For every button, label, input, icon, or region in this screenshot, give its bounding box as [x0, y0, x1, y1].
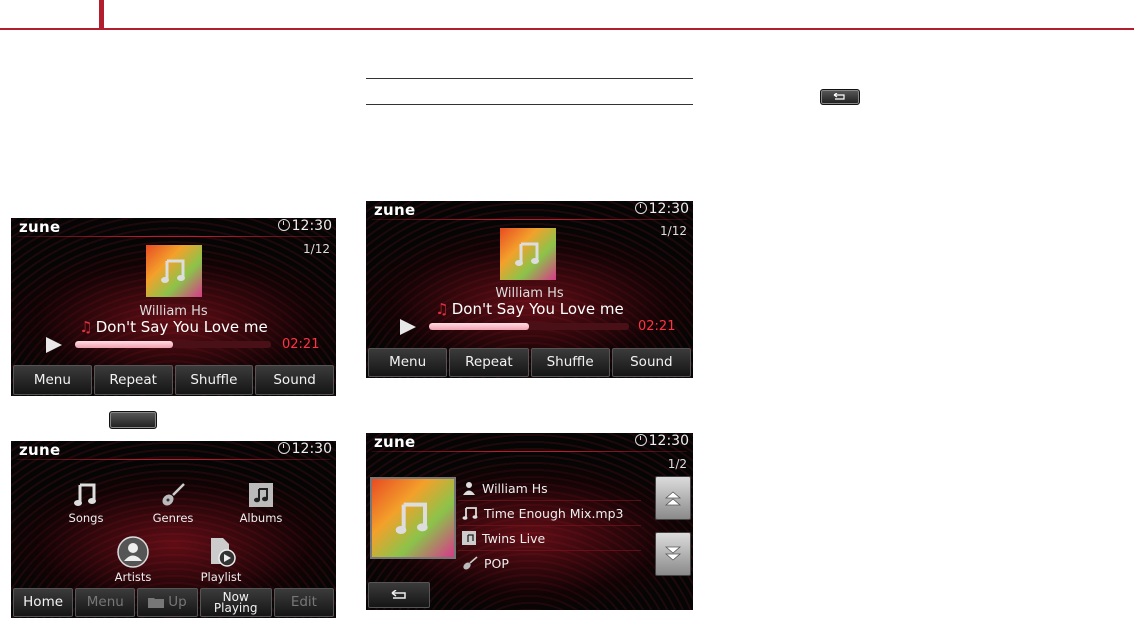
- divider-top: [366, 78, 693, 79]
- music-note-icon: [395, 502, 428, 534]
- folder-icon: [148, 598, 165, 608]
- playlist-icon: [211, 538, 236, 567]
- songs-label: Songs: [68, 511, 104, 525]
- albums-label: Albums: [239, 511, 283, 525]
- guitar-icon: [463, 556, 478, 570]
- clock: 12:30: [634, 433, 689, 449]
- artists-label: Artists: [114, 570, 152, 584]
- clock-icon: [277, 442, 290, 454]
- song-title: ♫ Don't Say You Love me: [435, 300, 624, 318]
- back-arrow-icon: [833, 93, 845, 100]
- artists-item[interactable]: Artists: [105, 536, 161, 584]
- home-button[interactable]: Home: [13, 588, 74, 617]
- scroll-down-button[interactable]: [655, 532, 691, 576]
- now-playing-screen-b: zune 12:30 1/12 William Hs ♫ Don't Say Yo…: [366, 201, 693, 378]
- info-row-album: Twins Live: [458, 526, 641, 551]
- album-art: [500, 228, 556, 280]
- zune-logo: zune: [19, 218, 61, 236]
- music-note-icon: ♫: [79, 318, 93, 336]
- scroll-up-button[interactable]: [655, 476, 691, 520]
- repeat-button[interactable]: Repeat: [93, 365, 173, 395]
- artist-name: William Hs: [139, 304, 208, 319]
- header-line: [17, 236, 330, 237]
- shuffle-button[interactable]: Shuffle: [530, 348, 610, 377]
- elapsed-time: 02:21: [638, 319, 676, 334]
- clock-icon: [634, 202, 647, 214]
- now-playing-screen-a: zune 12:30 1/12 William Hs ♫ Don't Say Yo…: [11, 218, 336, 396]
- header-line: [372, 451, 687, 452]
- elapsed-time: 02:21: [282, 337, 320, 352]
- song-title: ♫ Don't Say You Love me: [79, 318, 268, 336]
- albums-item[interactable]: Albums: [233, 481, 289, 525]
- menu-button-illustration: [109, 411, 157, 429]
- shuffle-button[interactable]: Shuffle: [174, 365, 254, 395]
- music-note-icon: [161, 259, 185, 283]
- clock: 12:30: [277, 441, 332, 457]
- back-button-illustration: [820, 89, 860, 105]
- softkey-bar: Menu Repeat Shuffle Sound: [13, 365, 334, 395]
- songs-item[interactable]: Songs: [59, 481, 113, 525]
- progress-fill: [75, 341, 173, 348]
- genres-label: Genres: [152, 511, 194, 525]
- clock: 12:30: [634, 201, 689, 217]
- person-icon: [117, 536, 149, 568]
- zune-logo: zune: [374, 433, 416, 451]
- header-mark: [99, 0, 104, 30]
- sound-button[interactable]: Sound: [611, 348, 691, 377]
- page-counter: 1/2: [667, 457, 687, 471]
- info-row-artist: William Hs: [458, 476, 641, 501]
- softkey-bar: Home Menu Up Now Playing Edit: [13, 588, 335, 617]
- album-art: [370, 477, 456, 559]
- softkey-bar: Menu Repeat Shuffle Sound: [368, 348, 691, 377]
- album-icon: [249, 483, 273, 507]
- music-note-icon: [74, 483, 96, 506]
- header-line: [17, 459, 330, 460]
- header-line: [372, 219, 687, 220]
- back-arrow-icon: [391, 590, 406, 599]
- header-rule: [0, 28, 1134, 30]
- now-playing-button[interactable]: Now Playing: [199, 588, 272, 617]
- zune-logo: zune: [374, 201, 416, 219]
- progress-fill: [429, 323, 529, 330]
- menu-button[interactable]: Menu: [75, 588, 136, 617]
- divider-bottom: [366, 104, 693, 105]
- album-art: [146, 245, 202, 297]
- album-icon: [462, 531, 476, 545]
- person-icon: [463, 482, 475, 495]
- clock-icon: [634, 434, 647, 446]
- music-note-icon: ♫: [435, 300, 449, 318]
- guitar-icon: [162, 483, 185, 506]
- song-info-screen: zune 12:30 1/2 William Hs Time Enough Mi…: [366, 433, 693, 610]
- sound-button[interactable]: Sound: [255, 365, 334, 395]
- menu-button[interactable]: Menu: [368, 348, 448, 377]
- double-chevron-up-icon: [664, 491, 682, 506]
- info-row-file: Time Enough Mix.mp3: [458, 501, 641, 526]
- edit-button[interactable]: Edit: [273, 588, 335, 617]
- up-button[interactable]: Up: [137, 588, 198, 617]
- zune-logo: zune: [19, 441, 61, 459]
- double-chevron-down-icon: [664, 546, 682, 561]
- track-counter: 1/12: [303, 242, 330, 256]
- back-button[interactable]: [368, 582, 430, 608]
- clock-icon: [277, 219, 290, 231]
- playlist-item[interactable]: Playlist: [193, 536, 249, 584]
- repeat-button[interactable]: Repeat: [449, 348, 529, 377]
- track-counter: 1/12: [660, 224, 687, 238]
- progress-bar[interactable]: [75, 341, 271, 348]
- info-row-genre: POP: [458, 551, 641, 575]
- play-button[interactable]: [400, 319, 416, 335]
- music-note-icon: [515, 242, 539, 266]
- artist-name: William Hs: [495, 286, 564, 301]
- menu-button[interactable]: Menu: [13, 365, 92, 395]
- clock: 12:30: [277, 218, 332, 234]
- progress-bar[interactable]: [429, 323, 629, 330]
- menu-screen: zune 12:30 Songs Genres Albums Artists P…: [11, 441, 336, 618]
- play-button[interactable]: [46, 337, 62, 353]
- genres-item[interactable]: Genres: [145, 481, 201, 525]
- playlist-label: Playlist: [200, 570, 242, 584]
- music-note-icon: [462, 507, 478, 520]
